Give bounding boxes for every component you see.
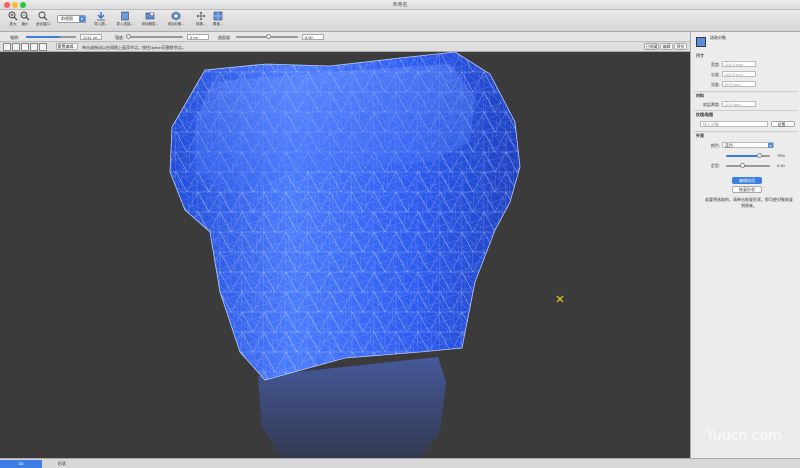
color-select[interactable]: 蓝色 ▾ xyxy=(722,142,774,148)
depth-label: 深度: xyxy=(710,82,720,87)
curvature-field[interactable]: 5.00 xyxy=(302,34,324,40)
restore-shape-button[interactable]: 恢复形状 xyxy=(732,186,762,193)
divider xyxy=(694,110,798,111)
view-select[interactable]: 前视图 ▾ xyxy=(57,15,86,23)
brush-slider[interactable] xyxy=(26,36,76,38)
tab-edit[interactable]: 编辑 xyxy=(660,43,673,50)
height-field[interactable]: 100.0 mm xyxy=(722,71,756,77)
reset-edit-button[interactable]: 重置编辑... xyxy=(56,43,78,50)
curvature-label: 曲面度: xyxy=(218,35,232,40)
width-label: 宽度: xyxy=(710,62,720,67)
import-arrow-icon xyxy=(97,12,105,21)
watermark: Yuucn.com xyxy=(706,428,782,444)
size-section-title: 尺寸 xyxy=(696,53,704,58)
options-bar: 笔刷: 1211 mi 强度: 0 mi 曲面度: 5.00 xyxy=(0,32,690,42)
zoom-out-icon xyxy=(20,11,30,21)
texture-field[interactable]: 插入对象 xyxy=(700,121,768,127)
import-label: 导入图... xyxy=(94,22,108,26)
curvature-slider[interactable] xyxy=(236,34,298,39)
strength-field[interactable]: 0 mi xyxy=(187,34,209,40)
chevron-down-icon: ▾ xyxy=(768,143,773,148)
import-button[interactable]: 导入图... xyxy=(90,11,112,31)
tab-3d[interactable]: 3D xyxy=(0,460,42,468)
texture-section-title: 纹理/贴图 xyxy=(696,112,714,117)
divider xyxy=(694,131,798,132)
window-title: 未命名 xyxy=(392,2,408,8)
height-label: 长度: xyxy=(710,72,720,77)
view-select-value: 前视图 xyxy=(61,16,73,21)
restore-note: 若要将选取的，请单击恢复形状，即可使对象恢复到原来。 xyxy=(705,197,793,208)
material-field[interactable]: 10.0 mm xyxy=(722,101,756,107)
hint-text: 单击或拖动以在网格上面添节点。按住Option可删除节点。 xyxy=(82,45,186,50)
gloss-value: 0.40 xyxy=(777,163,785,168)
fit-window-button[interactable]: 适合窗口 xyxy=(32,11,54,31)
object-thumbnail-icon xyxy=(696,37,706,47)
tab-preview[interactable]: 预览 xyxy=(674,43,687,50)
strength-slider[interactable] xyxy=(126,34,183,39)
select-tool-icon[interactable] xyxy=(12,43,20,51)
opacity-slider[interactable] xyxy=(726,153,770,158)
add-object-icon xyxy=(171,11,181,21)
add-layer-button[interactable]: 添加格层... xyxy=(139,11,161,31)
add-object-label: 添加对象... xyxy=(167,22,185,26)
transform-tool-icon[interactable] xyxy=(39,43,47,51)
layers-icon xyxy=(145,12,155,20)
status-bar: 3D 形状 xyxy=(0,458,800,468)
grid-icon xyxy=(213,11,223,21)
title-bar: 未命名 xyxy=(0,0,800,10)
add-object-button[interactable]: 添加对象... xyxy=(165,11,187,31)
color-select-value: 蓝色 xyxy=(725,143,733,148)
strength-label: 强度: xyxy=(115,35,125,40)
tab-shape[interactable]: 形状 xyxy=(44,460,80,468)
edit-options-button[interactable]: 编辑选项 xyxy=(732,177,762,184)
depth-field[interactable]: 60.0 mm xyxy=(722,81,756,87)
opacity-value: 75% xyxy=(777,153,786,158)
fit-window-icon xyxy=(38,11,48,21)
divider xyxy=(694,91,798,92)
color-label: 颜色: xyxy=(710,143,720,148)
grid-label: 覆盖... xyxy=(213,22,223,26)
gloss-slider[interactable] xyxy=(726,163,770,168)
brush-field[interactable]: 1211 mi xyxy=(80,34,102,40)
material-section-title: 材料 xyxy=(696,93,704,98)
tab-hidden[interactable]: 已隐藏 xyxy=(644,43,659,50)
appearance-section-title: 外观 xyxy=(696,133,704,138)
gloss-label: 定型: xyxy=(710,163,720,168)
panel-header: 选取对象 xyxy=(710,35,726,40)
mesh-sheet-icon xyxy=(121,11,129,21)
add-layer-label: 添加格层... xyxy=(141,22,159,26)
material-label: 底层厚度: xyxy=(702,102,720,107)
fit-window-label: 适合窗口 xyxy=(36,22,50,26)
import-mesh-button[interactable]: 导入连接... xyxy=(114,11,136,31)
inspector-panel xyxy=(690,32,800,458)
pen-tool-icon[interactable] xyxy=(21,43,29,51)
mesh-tool-icon[interactable] xyxy=(30,43,38,51)
mesh-canvas[interactable] xyxy=(0,52,690,458)
grid-button[interactable]: 覆盖... xyxy=(207,11,229,31)
import-mesh-label: 导入连接... xyxy=(116,22,134,26)
edit-tools-bar: 重置编辑... 单击或拖动以在网格上面添节点。按住Option可删除节点。 已隐… xyxy=(0,42,690,52)
3d-viewport[interactable] xyxy=(0,52,690,458)
pointer-tool-icon[interactable] xyxy=(3,43,11,51)
toolbar: 放大 缩小 适合窗口 前视图 ▾ 导入图... 导入连接... 添加格层... … xyxy=(0,10,800,32)
move-arrows-icon xyxy=(196,11,206,21)
texture-settings-button[interactable]: 设置... xyxy=(771,121,795,127)
chevron-down-icon: ▾ xyxy=(79,16,85,22)
brush-label: 笔刷: xyxy=(10,35,20,40)
crosshair-cursor-icon xyxy=(556,295,564,303)
width-field[interactable]: 100.0 mm xyxy=(722,61,756,67)
